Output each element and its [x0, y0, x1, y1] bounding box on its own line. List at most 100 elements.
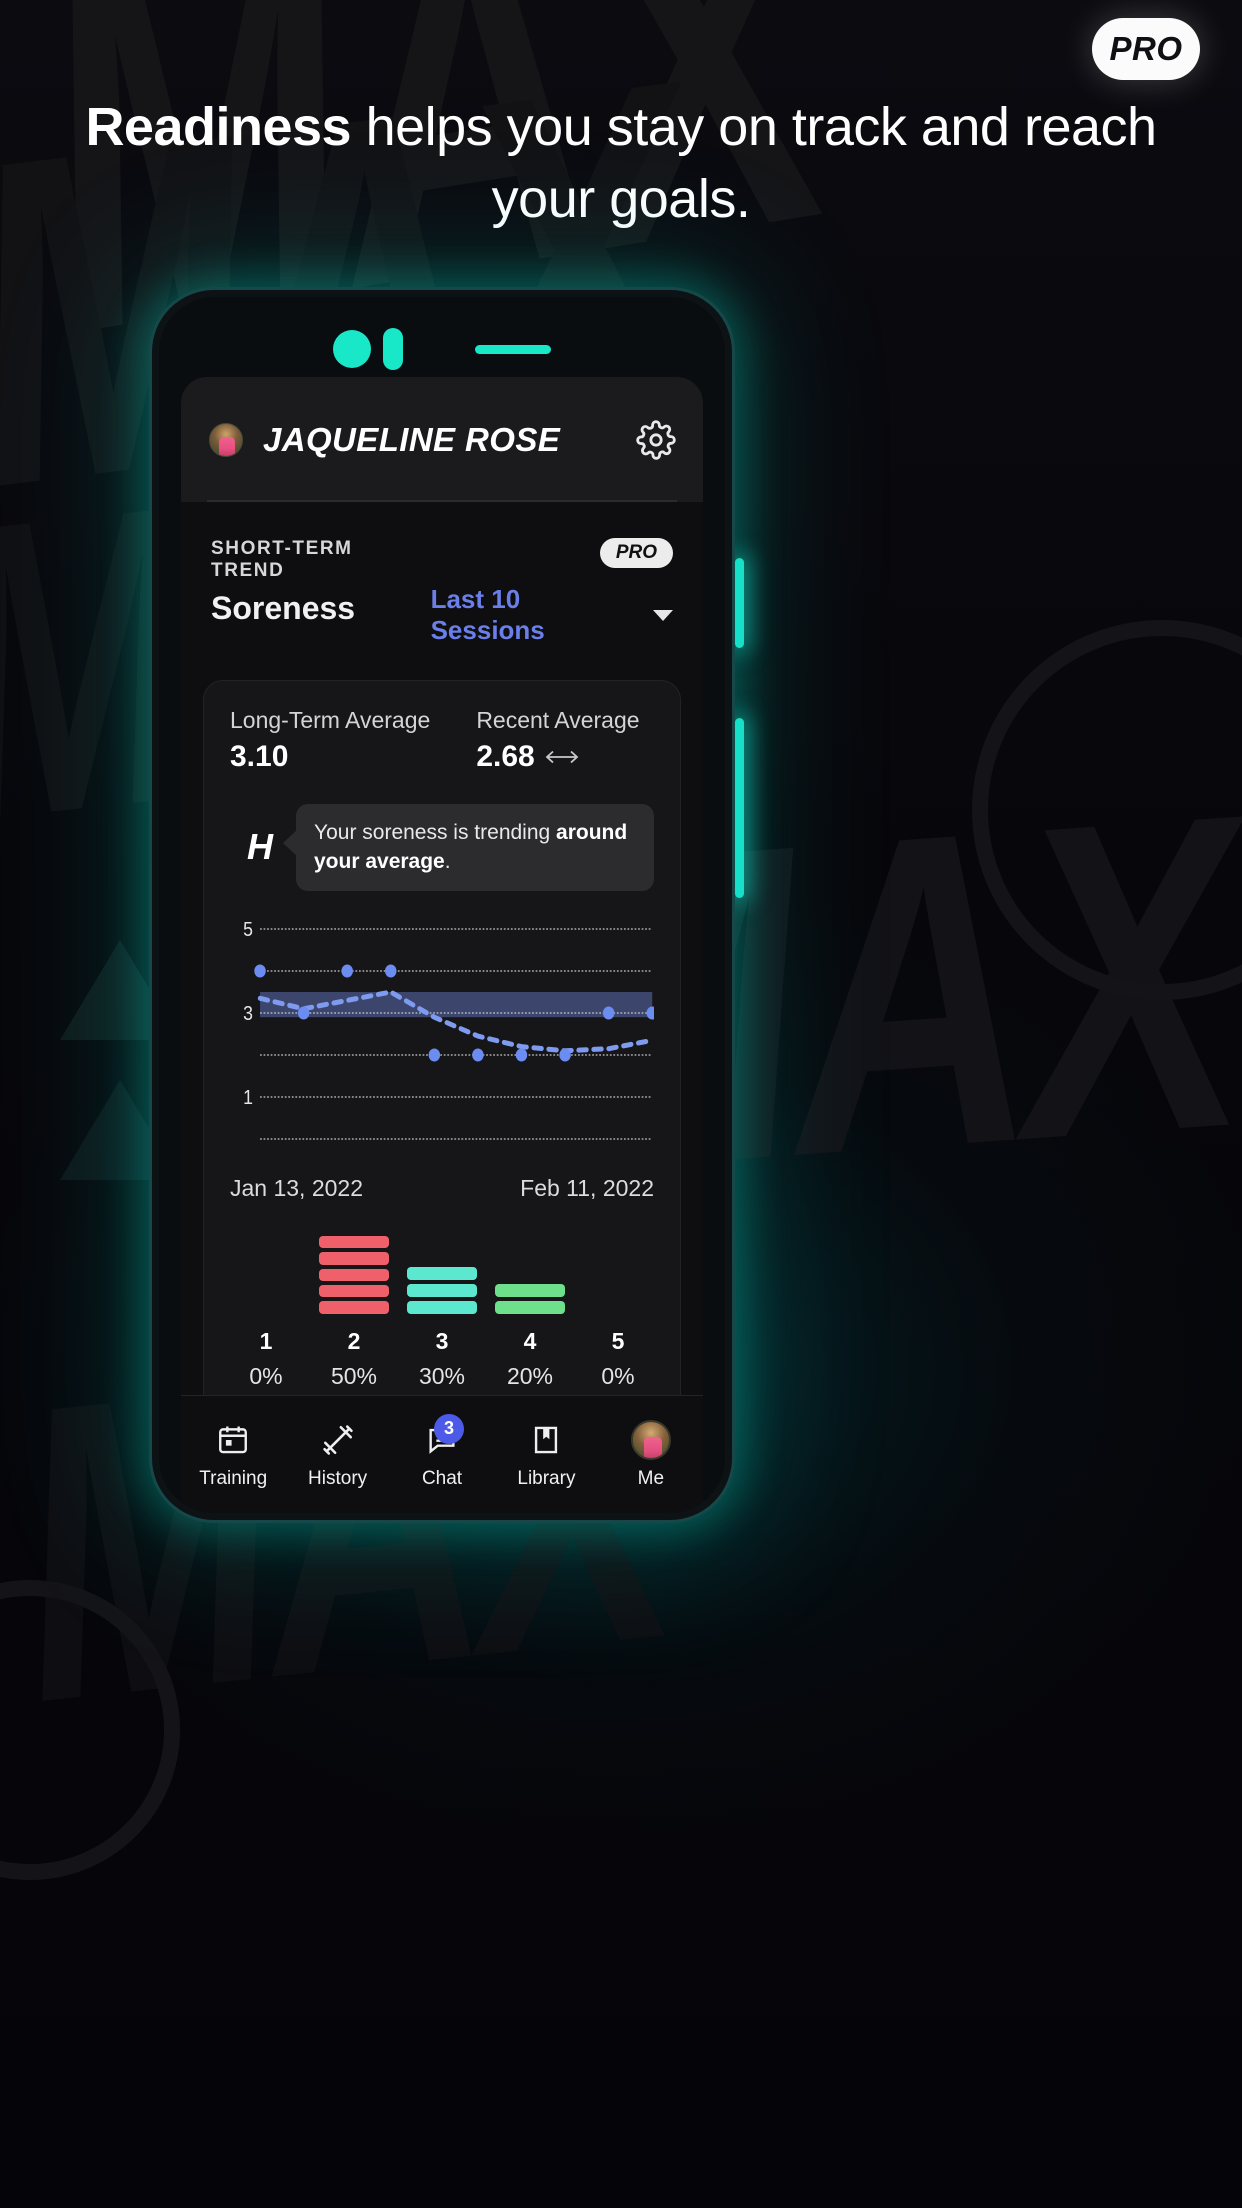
tab-label: Chat	[421, 1467, 463, 1489]
long-term-average-value: 3.10	[230, 740, 289, 773]
calendar-icon	[213, 1420, 253, 1460]
long-term-average-label: Long-Term Average	[230, 707, 431, 733]
distribution-value-label: 30%	[418, 1362, 466, 1389]
tab-me[interactable]: Me	[599, 1419, 703, 1490]
line-chart-svg: 1 3 5	[243, 918, 654, 1140]
y-axis-tick-label: 3	[243, 1002, 253, 1024]
distribution-segment	[407, 1266, 477, 1280]
distribution-category-label: 5	[611, 1327, 625, 1354]
insight-text-suffix: .	[444, 850, 451, 874]
data-point	[341, 964, 353, 978]
tab-library[interactable]: Library	[494, 1420, 598, 1490]
card-title: Soreness	[211, 590, 356, 626]
data-point	[559, 1048, 571, 1062]
chevron-down-icon	[653, 609, 673, 621]
session-range-label: Last 10 Sessions	[430, 584, 545, 645]
profile-header: JAQUELINE ROSE	[181, 377, 703, 502]
brand-h-logo-icon: H	[247, 826, 273, 868]
chart-date-start: Jan 13, 2022	[230, 1174, 364, 1201]
session-range-selector[interactable]: Last 10 Sessions	[431, 584, 673, 646]
dumbbell-icon	[318, 1420, 358, 1460]
tab-history[interactable]: History	[285, 1420, 389, 1490]
soreness-line-chart: 1 3 5	[230, 917, 654, 1167]
app-screen: JAQUELINE ROSE SHORT-TERM TREND Soreness…	[181, 377, 703, 1513]
avatar-icon	[630, 1419, 671, 1460]
distribution-bar	[583, 1236, 653, 1314]
insight-tooltip: Your soreness is trending around your av…	[283, 804, 654, 891]
distribution-category-label: 3	[435, 1327, 449, 1354]
distribution-segment	[319, 1235, 389, 1249]
recent-average-label: Recent Average	[476, 707, 640, 733]
insight-row: H Your soreness is trending around your …	[230, 804, 654, 891]
phone-mockup: JAQUELINE ROSE SHORT-TERM TREND Soreness…	[152, 290, 732, 1520]
recent-average-value-row: 2.68	[476, 740, 639, 774]
distribution-segment	[319, 1252, 389, 1265]
distribution-value-label: 20%	[506, 1362, 554, 1389]
tab-label: Me	[637, 1467, 665, 1489]
stats-panel: Long-Term Average 3.10 Recent Average 2.…	[203, 680, 681, 1421]
pro-chip: PRO	[599, 538, 673, 568]
chat-unread-badge: 3	[434, 1413, 465, 1444]
soreness-distribution-chart: 1 0% 2 50% 3 30% 4 20% 5 0%	[230, 1235, 654, 1390]
data-point	[602, 1006, 615, 1020]
chat-bubble-icon: 3	[422, 1413, 465, 1460]
gear-icon	[636, 419, 676, 460]
pro-badge: PRO	[1092, 18, 1200, 80]
distribution-segment	[319, 1268, 389, 1281]
distribution-column: 3 30%	[407, 1236, 477, 1390]
decorative-glow-bar	[735, 558, 744, 648]
pro-badge-label: PRO	[1109, 30, 1183, 67]
distribution-category-label: 2	[347, 1327, 361, 1354]
long-term-average: Long-Term Average 3.10	[230, 707, 430, 774]
divider	[207, 500, 677, 502]
distribution-value-label: 0%	[249, 1362, 283, 1389]
distribution-bar	[231, 1236, 301, 1314]
data-point	[428, 1048, 441, 1062]
chart-date-range: Jan 13, 2022 Feb 11, 2022	[230, 1175, 654, 1202]
earpiece-speaker	[475, 344, 551, 354]
settings-button[interactable]	[635, 419, 677, 461]
bottom-tab-bar: Training History 3 Chat Library Me	[181, 1395, 703, 1513]
page-title: Readiness helps you stay on track and re…	[0, 92, 1242, 236]
recent-average: Recent Average 2.68	[476, 707, 639, 774]
distribution-column: 2 50%	[319, 1235, 389, 1390]
distribution-category-label: 4	[523, 1327, 537, 1354]
insight-text-prefix: Your soreness is trending	[314, 821, 557, 844]
tab-chat[interactable]: 3 Chat	[390, 1413, 494, 1490]
distribution-value-label: 50%	[330, 1362, 378, 1389]
distribution-segment	[495, 1300, 565, 1314]
avatar[interactable]	[209, 422, 243, 457]
card-kicker: SHORT-TERM TREND	[211, 538, 353, 581]
distribution-bar	[407, 1236, 477, 1314]
decorative-glow-bar	[735, 718, 744, 898]
distribution-bar	[319, 1235, 389, 1314]
data-point	[254, 964, 266, 978]
camera-lens-icon	[333, 330, 371, 368]
tab-label: History	[308, 1467, 368, 1489]
distribution-column: 5 0%	[583, 1236, 653, 1390]
phone-notch	[159, 328, 725, 370]
averages-row: Long-Term Average 3.10 Recent Average 2.…	[230, 707, 654, 774]
distribution-segment	[319, 1301, 389, 1314]
distribution-segment	[495, 1283, 565, 1297]
left-right-arrow-icon	[545, 750, 579, 764]
distribution-segment	[407, 1283, 477, 1297]
distribution-column: 4 20%	[495, 1236, 565, 1390]
y-axis-tick-label: 5	[243, 918, 253, 940]
headline-rest: helps you stay on track and reach your g…	[351, 97, 1157, 229]
distribution-segment	[407, 1300, 477, 1314]
distribution-segment	[319, 1284, 389, 1298]
y-axis-tick-label: 1	[243, 1086, 253, 1108]
data-point	[297, 1006, 310, 1020]
data-point	[385, 964, 397, 978]
data-point	[472, 1048, 484, 1062]
distribution-category-label: 1	[259, 1327, 273, 1354]
chart-date-end: Feb 11, 2022	[520, 1174, 654, 1201]
headline-bold: Readiness	[85, 97, 352, 157]
data-point	[515, 1048, 528, 1062]
tab-label: Library	[517, 1467, 576, 1489]
avatar-icon	[630, 1419, 671, 1460]
tab-training[interactable]: Training	[181, 1420, 285, 1490]
book-icon	[526, 1420, 566, 1460]
short-term-trend-card: SHORT-TERM TREND Soreness PRO Last 10 Se…	[181, 502, 703, 1421]
